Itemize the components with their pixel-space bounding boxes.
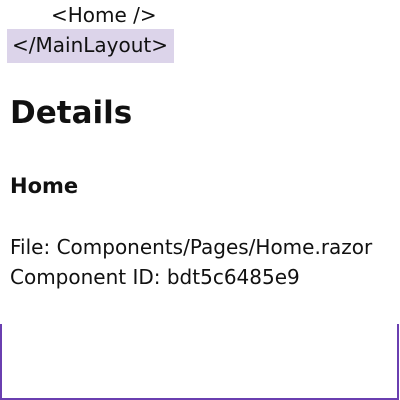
component-id-text: Component ID: bdt5c6485e9 bbox=[10, 265, 300, 289]
details-heading: Details bbox=[10, 95, 133, 131]
panel-frame bbox=[0, 324, 399, 400]
component-info: File: Components/Pages/Home.razor Compon… bbox=[10, 232, 372, 292]
component-name: Home bbox=[10, 174, 79, 198]
tree-item-mainlayout-selected[interactable]: </MainLayout> bbox=[7, 29, 174, 63]
tree-item-home[interactable]: <Home /> bbox=[51, 1, 157, 29]
file-path-text: File: Components/Pages/Home.razor bbox=[10, 235, 373, 259]
